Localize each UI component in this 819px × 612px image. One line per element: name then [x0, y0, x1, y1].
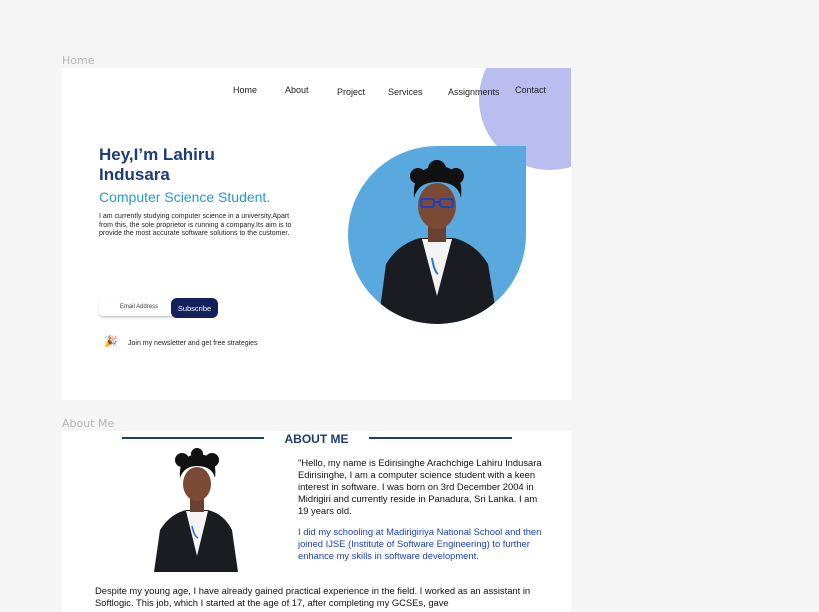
- about-paragraph-intro: "Hello, my name is Edirisinghe Arachchig…: [298, 457, 542, 516]
- hero-description: I am currently studying computer science…: [99, 213, 292, 237]
- nav-contact[interactable]: Contact: [515, 85, 546, 95]
- party-popper-icon: 🎉: [104, 336, 118, 348]
- nav-assignments[interactable]: Assignments: [448, 87, 500, 97]
- about-section: ABOUT ME "Hello, my name is Edirisinghe …: [62, 431, 571, 612]
- subscribe-button[interactable]: Subscribe: [171, 298, 218, 318]
- frame-label-about: About Me: [62, 417, 115, 430]
- nav-home[interactable]: Home: [233, 85, 257, 95]
- person-illustration: [154, 448, 238, 572]
- canvas: Home Home About Project Services Assignm…: [0, 0, 819, 612]
- about-portrait: [146, 448, 246, 572]
- top-nav: Home About Project Services Assignments …: [62, 68, 571, 108]
- nav-about[interactable]: About: [285, 85, 309, 95]
- home-section: Home About Project Services Assignments …: [62, 68, 571, 400]
- email-input[interactable]: Email Address: [99, 298, 179, 317]
- hero-portrait: [348, 146, 526, 324]
- frame-label-home: Home: [62, 54, 95, 67]
- nav-project[interactable]: Project: [337, 87, 365, 97]
- about-title: ABOUT ME: [284, 432, 349, 446]
- newsletter-text: Join my newsletter and get free strategi…: [128, 340, 258, 347]
- nav-services[interactable]: Services: [388, 87, 423, 97]
- hero-name: Hey,I’m Lahiru Indusara: [99, 145, 215, 184]
- hero-role: Computer Science Student.: [99, 189, 271, 205]
- about-paragraph-experience: Despite my young age, I have already gai…: [95, 585, 531, 608]
- person-illustration: [378, 160, 498, 324]
- about-paragraph-education: I did my schooling at Madirigiriya Natio…: [298, 526, 542, 561]
